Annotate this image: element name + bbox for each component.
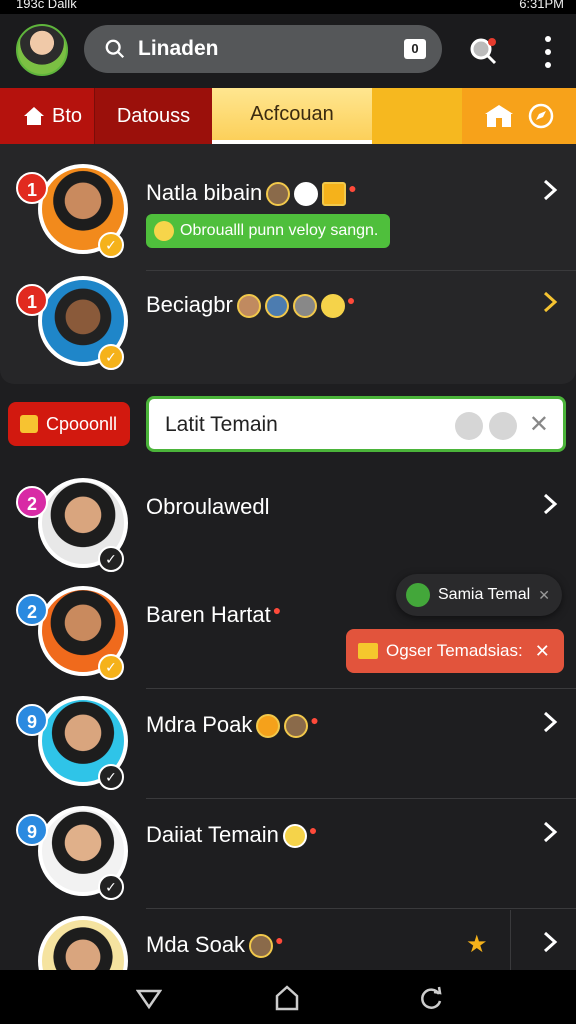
category-pill[interactable]: Cpooonll [8,402,130,446]
checkbox-icon [20,415,38,433]
alert-toast[interactable]: Ogser Temadsias: ✕ [346,629,564,673]
message-bubble-text: Obroualll punn veloy sangn. [180,222,379,239]
chevron-right-icon[interactable] [542,492,558,516]
emoji-face-icon [266,182,291,207]
pin-icon: ● [348,180,357,196]
chevron-right-icon[interactable] [542,820,558,844]
contact-row[interactable]: 9 ✓ Mdra Poak ● [0,676,576,790]
close-icon[interactable]: ✕ [529,412,549,438]
unread-badge: 1 [16,284,48,316]
emoji-face-icon [236,294,261,319]
status-time-right: 6:31PM [519,0,564,11]
home-icon [24,107,44,125]
emoji-calendar-icon [322,182,347,207]
contact-name: Natla bibain ● [146,180,357,207]
search-badge: 0 [404,39,426,59]
tab-actions [462,88,576,144]
contact-name: Baren Hartat ● [146,602,282,627]
emoji-star-icon [282,824,307,849]
profile-avatar[interactable] [16,24,68,76]
pin-icon: ● [275,932,284,948]
message-field[interactable]: ✕ [146,396,566,452]
folder-icon [358,643,378,659]
contact-row[interactable]: 1 ✓ Beciagbr ● [0,256,576,370]
contact-name: Beciagbr ● [146,292,356,319]
row-divider [510,910,511,970]
contact-row[interactable]: 2 ✓ Obroulawedl [0,458,576,572]
refresh-icon[interactable] [418,986,444,1012]
close-icon[interactable]: ✕ [538,587,550,604]
emoji-face-icon [249,934,274,959]
system-nav-bar [0,970,576,1024]
emoji-face-icon [256,714,281,739]
search-bar[interactable]: Linaden 0 [84,25,442,73]
category-pill-label: Cpooonll [46,413,118,434]
emoji-face-icon [264,294,289,319]
find-friends-icon[interactable] [468,36,498,66]
top-bar: Linaden 0 [0,14,576,88]
emoji-star-icon [320,294,345,319]
search-icon [105,39,125,59]
tab-datouss-label: Datouss [116,104,191,127]
verified-icon: ✓ [98,232,124,258]
message-input[interactable] [165,409,445,441]
search-text[interactable]: Linaden [138,37,219,61]
pin-icon: ● [346,292,356,308]
emoji-face-icon [292,294,317,319]
smile-icon [154,221,174,241]
back-icon[interactable] [136,988,162,1010]
heart-icon[interactable] [489,412,517,440]
pin-icon: ● [308,822,318,838]
overflow-menu-icon[interactable] [536,36,560,68]
home-nav-icon[interactable] [274,984,300,1012]
close-icon[interactable]: ✕ [535,641,550,662]
unread-badge: 1 [16,172,48,204]
verified-icon: ✓ [98,344,124,370]
contact-name: Obroulawedl [146,494,270,519]
store-icon[interactable] [483,103,515,129]
contact-row[interactable]: 9 ✓ Daiiat Temain ● [0,786,576,900]
tab-home[interactable]: Bto [0,88,94,144]
emoji-face-icon [284,714,309,739]
emoji-smile-icon [294,182,319,207]
unread-badge: 9 [16,704,48,736]
pin-icon: ● [272,602,282,618]
tab-home-label: Bto [52,104,83,127]
tab-filler [372,88,462,144]
tab-bar: Bto Datouss Acfcouan [0,88,576,144]
tab-acfcouan-label: Acfcouan [250,102,334,125]
status-bar: 193c Dallk 6:31PM [0,0,576,14]
chevron-right-icon[interactable] [542,290,558,314]
unread-badge: 9 [16,814,48,846]
notification-toast-text: Samia Temal [438,586,531,603]
favorite-star-icon[interactable]: ★ [466,930,488,959]
message-bubble: Obroualll punn veloy sangn. [146,214,390,248]
contact-name: Mda Soak ● [146,932,284,959]
pin-icon: ● [310,712,319,728]
tab-acfcouan[interactable]: Acfcouan [212,88,372,144]
alert-toast-text: Ogser Temadsias: [386,641,523,660]
compass-icon[interactable] [527,102,555,130]
camera-icon[interactable] [455,412,483,440]
heart-icon [406,583,430,607]
unread-badge: 2 [16,486,48,518]
chevron-right-icon[interactable] [542,930,558,954]
status-time-left: 193c Dallk [16,0,77,11]
tab-datouss[interactable]: Datouss [94,88,212,144]
chevron-right-icon[interactable] [542,178,558,202]
contact-name: Daiiat Temain ● [146,822,318,849]
notification-toast[interactable]: Samia Temal ✕ [396,574,562,616]
unread-badge: 2 [16,594,48,626]
chevron-right-icon[interactable] [542,710,558,734]
contact-name: Mdra Poak ● [146,712,319,739]
